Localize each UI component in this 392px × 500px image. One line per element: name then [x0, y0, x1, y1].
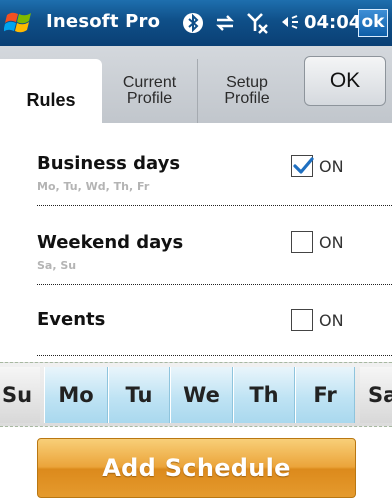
day-label: Sa: [368, 383, 392, 407]
divider: [37, 355, 392, 356]
bluetooth-icon[interactable]: [181, 11, 205, 35]
clock[interactable]: 04:04: [304, 12, 361, 33]
day-label: Su: [1, 383, 33, 407]
speaker-icon[interactable]: [277, 11, 301, 35]
tab-rules[interactable]: Rules: [0, 59, 102, 123]
app-title: Inesoft Pro: [46, 11, 161, 32]
day-label: Th: [249, 383, 279, 407]
day-selector[interactable]: Su Mo Tu We Th Fr Sa: [0, 362, 392, 427]
day-label: Tu: [125, 383, 153, 407]
day-label: We: [183, 383, 220, 407]
events-checkbox[interactable]: [291, 309, 313, 331]
rule-subtitle: Mo, Tu, Wd, Th, Fr: [37, 180, 150, 193]
weekend-days-checkbox[interactable]: [291, 231, 313, 253]
status-icons: [181, 10, 309, 36]
tab-current-profile-line1: Current: [122, 74, 177, 91]
no-signal-icon[interactable]: [245, 11, 269, 35]
rule-subtitle: Sa, Su: [37, 259, 77, 272]
checkmark-icon: [293, 157, 314, 174]
rule-title: Events: [37, 309, 106, 330]
day-tu[interactable]: Tu: [108, 367, 170, 423]
tab-current-profile[interactable]: Current Profile: [102, 59, 198, 123]
events-on-label: ON: [319, 311, 344, 330]
day-th[interactable]: Th: [233, 367, 295, 423]
day-label: Fr: [313, 383, 337, 407]
rule-business-days[interactable]: Business days Mo, Tu, Wd, Th, Fr ON: [0, 123, 392, 205]
day-su[interactable]: Su: [0, 367, 40, 423]
weekend-days-on-label: ON: [319, 233, 344, 252]
tab-setup-profile-line1: Setup: [226, 74, 268, 91]
day-label: Mo: [58, 383, 94, 407]
rule-title: Weekend days: [37, 232, 184, 253]
business-days-checkbox[interactable]: [291, 155, 314, 177]
day-we[interactable]: We: [170, 367, 233, 423]
day-mo[interactable]: Mo: [44, 367, 108, 423]
add-schedule-button[interactable]: Add Schedule: [37, 438, 356, 498]
rule-weekend-days[interactable]: Weekend days Sa, Su ON: [0, 206, 392, 284]
rule-events[interactable]: Events ON: [0, 285, 392, 355]
data-sync-icon[interactable]: [213, 11, 237, 35]
title-ok-button[interactable]: ok: [358, 9, 388, 37]
ok-button[interactable]: OK: [304, 56, 386, 106]
business-days-on-label: ON: [319, 157, 344, 176]
tab-bar: Rules Current Profile Setup Profile OK: [0, 46, 392, 123]
rule-title: Business days: [37, 153, 181, 174]
tab-setup-profile[interactable]: Setup Profile: [199, 59, 295, 123]
title-bar: Inesoft Pro 04:04 ok: [0, 0, 392, 46]
tab-current-profile-line2: Profile: [126, 90, 173, 107]
day-fr[interactable]: Fr: [295, 367, 355, 423]
windows-start-icon[interactable]: [4, 7, 36, 39]
tab-setup-profile-line2: Profile: [224, 90, 270, 107]
day-sa[interactable]: Sa: [360, 367, 392, 423]
tab-rules-label: Rules: [26, 90, 76, 110]
